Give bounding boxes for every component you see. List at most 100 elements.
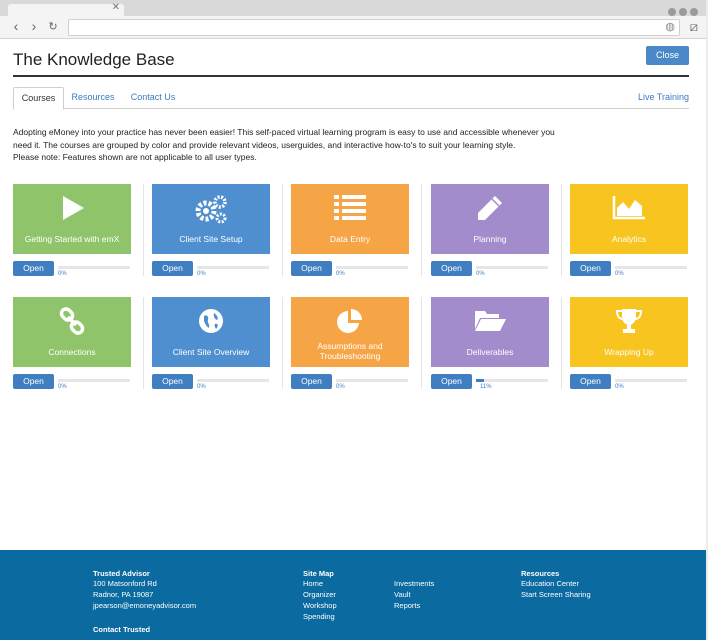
open-course-button[interactable]: Open <box>570 261 611 276</box>
sitemap-link-vault[interactable]: Vault <box>394 589 411 600</box>
column-divider <box>143 184 144 276</box>
course-tile-label: Connections <box>48 347 96 357</box>
open-course-button[interactable]: Open <box>13 374 54 389</box>
course-tile[interactable]: Deliverables <box>431 297 549 367</box>
course-tile[interactable]: Assumptions and Troubleshooting <box>291 297 409 367</box>
course-progress-percent: 0% <box>336 384 345 390</box>
url-field[interactable]: ◍ <box>68 19 680 36</box>
column-divider <box>282 184 283 276</box>
course-tile[interactable]: Client Site Overview <box>152 297 270 367</box>
tab-courses[interactable]: Courses <box>13 87 64 110</box>
footer-advisor-heading: Trusted Advisor <box>93 569 150 578</box>
course-progress-bar <box>336 266 408 269</box>
course-progress-bar <box>476 266 548 269</box>
reload-icon[interactable]: ↻ <box>45 20 61 33</box>
course-tile[interactable]: Client Site Setup <box>152 184 270 254</box>
course-progress-bar <box>615 379 687 382</box>
course-tile-label: Deliverables <box>466 347 514 357</box>
open-course-button[interactable]: Open <box>291 261 332 276</box>
course-progress-bar <box>197 266 269 269</box>
course-progress-bar <box>336 379 408 382</box>
course-tile-label: Planning <box>473 234 507 244</box>
course-progress-bar <box>197 379 269 382</box>
site-footer: Trusted Advisor 100 Matsonford Rd Radnor… <box>0 550 706 640</box>
close-window-icon[interactable] <box>690 8 698 16</box>
browser-tab[interactable]: ✕ <box>8 2 124 16</box>
course-progress-percent: 0% <box>58 271 67 277</box>
sitemap-link-spending[interactable]: Spending <box>303 611 335 622</box>
resources-link-screen-sharing[interactable]: Start Screen Sharing <box>521 589 591 600</box>
footer-sitemap-heading: Site Map <box>303 569 334 578</box>
extension-icon[interactable]: ⧄ <box>690 19 698 35</box>
tab-bar: Courses Resources Contact Us Live Traini… <box>13 87 689 110</box>
pencil-icon <box>431 194 549 227</box>
column-divider <box>143 297 144 389</box>
course-tile[interactable]: Connections <box>13 297 131 367</box>
intro-line: need it. The courses are grouped by colo… <box>13 139 516 150</box>
open-course-button[interactable]: Open <box>291 374 332 389</box>
minimize-icon[interactable] <box>668 8 676 16</box>
page-title: The Knowledge Base <box>13 50 175 69</box>
close-tab-icon[interactable]: ✕ <box>112 2 120 13</box>
sitemap-link-reports[interactable]: Reports <box>394 600 420 611</box>
advisor-email[interactable]: jpearson@emoneyadvisor.com <box>93 600 196 611</box>
course-progress-percent: 0% <box>615 271 624 277</box>
course-progress-bar <box>615 266 687 269</box>
resources-link-education[interactable]: Education Center <box>521 578 579 589</box>
open-course-button[interactable]: Open <box>570 374 611 389</box>
trophy-icon <box>570 307 688 340</box>
course-tile-label: Getting Started with emX <box>24 234 120 244</box>
course-progress-percent: 0% <box>476 271 485 277</box>
footer-resources-heading: Resources <box>521 569 560 578</box>
intro-line: Adopting eMoney into your practice has n… <box>13 127 555 137</box>
sitemap-link-home[interactable]: Home <box>303 578 323 589</box>
advisor-address-1: 100 Matsonford Rd <box>93 579 157 588</box>
browser-window: ✕ ‹ › ↻ ◍ ⧄ The Knowledge Base Close Cou… <box>0 0 706 640</box>
sitemap-link-investments[interactable]: Investments <box>394 578 434 589</box>
sitemap-link-organizer[interactable]: Organizer <box>303 589 336 600</box>
maximize-icon[interactable] <box>679 8 687 16</box>
course-progress-percent: 11% <box>480 384 492 390</box>
area-chart-icon <box>570 194 688 225</box>
course-tile[interactable]: Planning <box>431 184 549 254</box>
course-progress-bar <box>476 379 548 382</box>
course-progress-fill <box>476 379 484 382</box>
globe-icon: ◍ <box>665 21 675 33</box>
sitemap-link-workshop[interactable]: Workshop <box>303 600 337 611</box>
open-course-button[interactable]: Open <box>431 374 472 389</box>
course-tile-label: Analytics <box>611 234 646 244</box>
course-tile[interactable]: Data Entry <box>291 184 409 254</box>
back-icon[interactable]: ‹ <box>8 18 24 34</box>
course-tile-label: Assumptions and Troubleshooting <box>317 341 383 361</box>
course-tile[interactable]: Wrapping Up <box>570 297 688 367</box>
course-progress-percent: 0% <box>615 384 624 390</box>
course-tile-label: Wrapping Up <box>604 347 654 357</box>
live-training-link[interactable]: Live Training <box>637 87 689 108</box>
column-divider <box>561 297 562 389</box>
play-icon <box>13 194 131 227</box>
column-divider <box>561 184 562 276</box>
intro-line: Please note: Features shown are not appl… <box>13 152 257 162</box>
course-progress-percent: 0% <box>58 384 67 390</box>
course-tile-label: Client Site Overview <box>172 347 250 357</box>
title-divider <box>13 75 689 77</box>
open-course-button[interactable]: Open <box>13 261 54 276</box>
course-progress-percent: 0% <box>336 271 345 277</box>
course-progress-bar <box>58 379 130 382</box>
open-course-button[interactable]: Open <box>152 261 193 276</box>
open-course-button[interactable]: Open <box>152 374 193 389</box>
list-icon <box>291 194 409 225</box>
course-tile[interactable]: Analytics <box>570 184 688 254</box>
folder-icon <box>431 307 549 338</box>
tab-contact-us[interactable]: Contact Us <box>127 87 179 108</box>
tab-resources[interactable]: Resources <box>69 87 117 108</box>
course-tile[interactable]: Getting Started with emX <box>13 184 131 254</box>
advisor-contact[interactable]: Contact Trusted <box>93 625 150 634</box>
forward-icon[interactable]: › <box>26 18 42 34</box>
close-button[interactable]: Close <box>646 46 689 65</box>
column-divider <box>421 184 422 276</box>
course-progress-percent: 0% <box>197 271 206 277</box>
open-course-button[interactable]: Open <box>431 261 472 276</box>
course-tile-label: Data Entry <box>329 234 371 244</box>
intro-text: Adopting eMoney into your practice has n… <box>13 126 693 164</box>
